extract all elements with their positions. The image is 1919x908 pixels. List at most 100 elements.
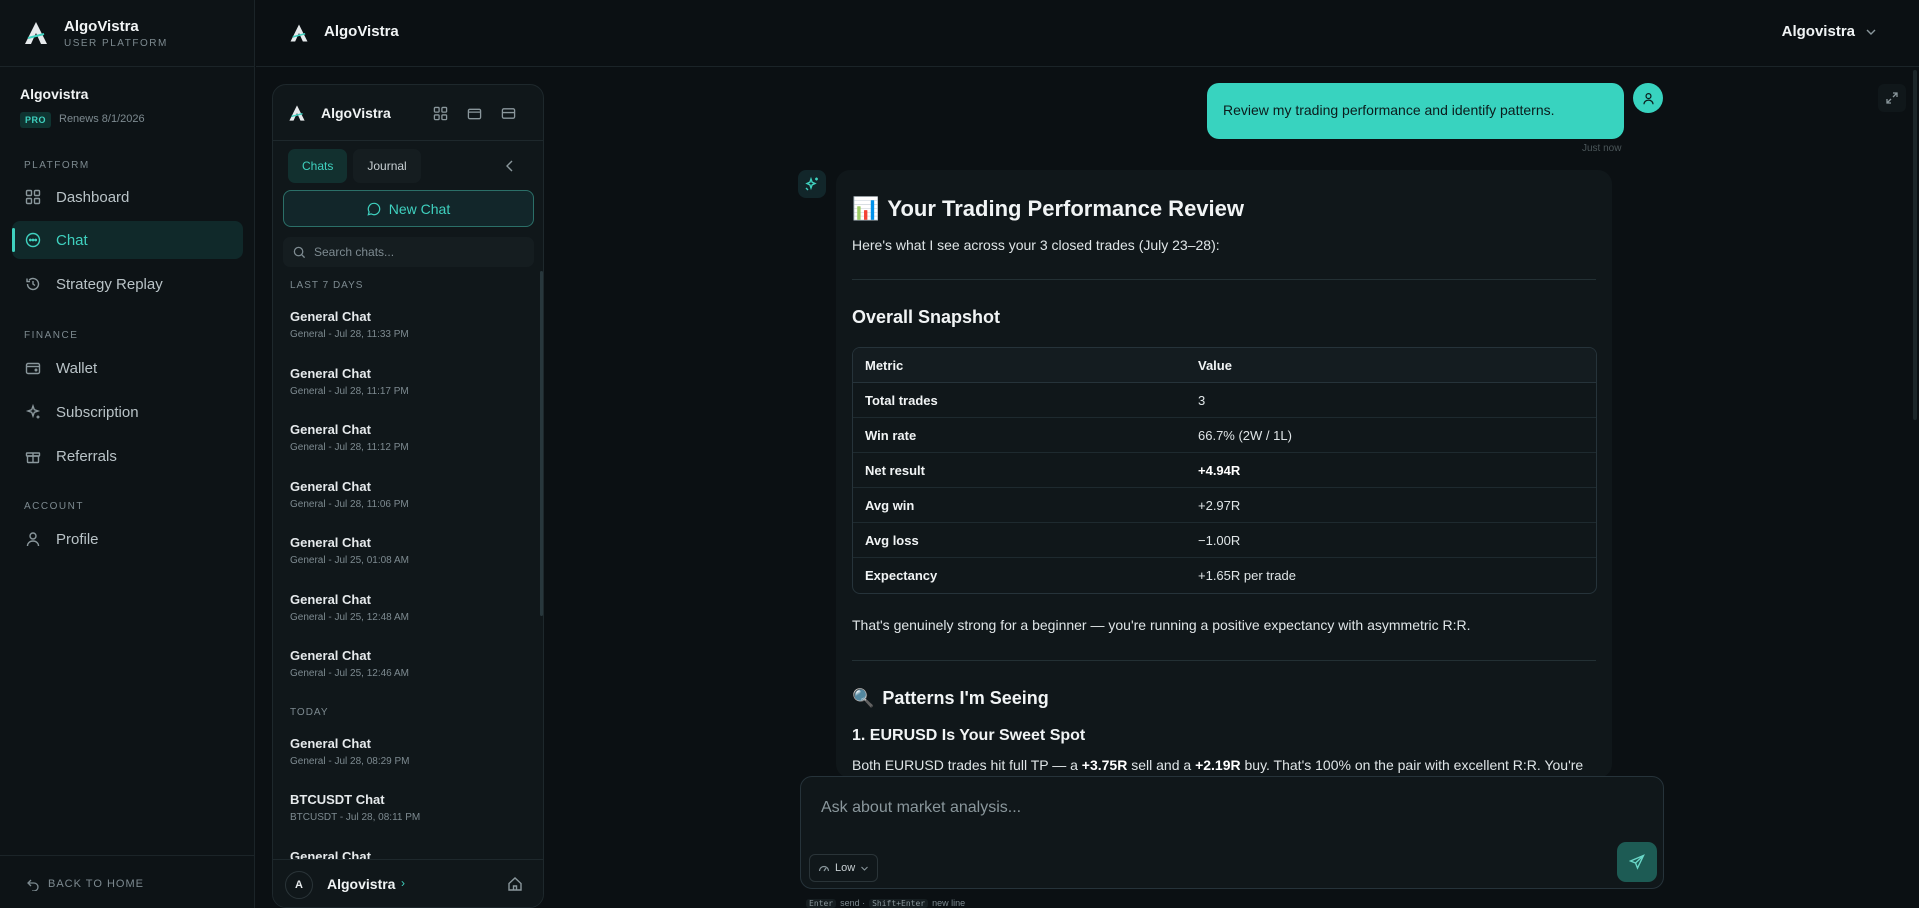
tab-journal[interactable]: Journal (353, 149, 421, 183)
metric-value: 3 (1186, 383, 1596, 418)
grid-icon[interactable] (431, 104, 449, 122)
main-scrollbar[interactable] (1913, 70, 1917, 420)
chat-bubble-icon (367, 202, 381, 216)
tab-chats[interactable]: Chats (288, 149, 348, 183)
nav-item-label: Wallet (56, 359, 98, 377)
chat-item-meta: General - Jul 25, 12:48 AM (290, 612, 409, 623)
chat-item-meta: BTCUSDT - Jul 28, 08:11 PM (290, 812, 421, 823)
chevron-down-icon (861, 866, 869, 871)
nav-item-dashboard[interactable]: Dashboard (12, 178, 243, 216)
topbar-title: AlgoVistra (324, 23, 399, 40)
chevron-right-icon: › (401, 876, 405, 890)
chat-list-scrollbar[interactable] (540, 271, 543, 616)
metric-name: Avg loss (853, 523, 1186, 558)
footer-user-name[interactable]: Algovistra (327, 876, 395, 892)
search-icon (293, 246, 306, 258)
renewal-date: Renews 8/1/2026 (59, 113, 145, 125)
sparkle-icon (24, 403, 42, 421)
nav-item-label: Chat (56, 231, 88, 249)
chat-item-meta: General - Jul 28, 11:06 PM (290, 499, 409, 510)
kbd-shift-enter: Shift+Enter (869, 898, 929, 908)
chat-icon (24, 231, 42, 249)
user-icon (1642, 92, 1654, 104)
chat-list-item[interactable]: General Chat General - Jul 25, 01:08 AM (290, 535, 530, 566)
section-heading-snapshot: Overall Snapshot (852, 307, 1001, 327)
chat-item-title: General Chat (290, 479, 371, 494)
table-row: Expectancy +1.65R per trade (853, 558, 1596, 593)
chat-list-item[interactable]: General Chat General - Jul 28, 08:29 PM (290, 736, 530, 767)
hint-newline: new line (932, 898, 966, 908)
metric-value: +4.94R (1186, 453, 1596, 488)
divider (852, 660, 1596, 661)
chat-list-item[interactable]: General Chat General - Jul 25, 12:46 AM (290, 648, 530, 679)
chevron-left-icon[interactable] (501, 157, 519, 175)
left-sidebar: AlgoVistra USER PLATFORM Algovistra PRO … (0, 0, 255, 908)
table-header: Value (1186, 348, 1596, 383)
divider (852, 279, 1596, 280)
chat-list-item[interactable]: General Chat General - Jul 28, 11:06 PM (290, 479, 530, 510)
back-to-home-link[interactable]: BACK TO HOME (26, 877, 144, 891)
group-label-today: TODAY (290, 707, 329, 718)
chat-item-title: General Chat (290, 535, 371, 550)
new-chat-button[interactable]: New Chat (283, 190, 534, 227)
chat-item-meta: General - Jul 28, 11:33 PM (290, 329, 409, 340)
expand-button[interactable] (1878, 84, 1906, 112)
metric-name: Expectancy (865, 568, 938, 583)
nav-item-referrals[interactable]: Referrals (12, 437, 243, 475)
text-run: Both EURUSD trades hit full TP — a (852, 757, 1082, 773)
send-button[interactable] (1617, 842, 1657, 882)
metric-value: +1.65R per trade (1198, 568, 1296, 583)
chat-item-title: General Chat (290, 648, 371, 663)
nav-item-profile[interactable]: Profile (12, 520, 243, 558)
chat-item-title: General Chat (290, 309, 371, 324)
back-arrow-icon (27, 879, 39, 891)
keyboard-hint: Enter send · Shift+Enter new line (806, 898, 965, 908)
nav-item-wallet[interactable]: Wallet (12, 349, 243, 387)
card-icon[interactable] (499, 104, 517, 122)
chat-list-item[interactable]: General Chat General - Jul 25, 12:48 AM (290, 592, 530, 623)
search-input[interactable] (314, 245, 514, 259)
chat-panel-header: AlgoVistra (273, 85, 543, 141)
user-avatar (1633, 83, 1663, 113)
group-label-last7: LAST 7 DAYS (290, 280, 364, 291)
nav-item-label: Dashboard (56, 188, 130, 206)
wallet-icon[interactable] (465, 104, 483, 122)
section-heading-patterns: 🔍 Patterns I'm Seeing (852, 688, 1049, 709)
section-heading-patterns-text: Patterns I'm Seeing (882, 688, 1049, 708)
chat-list-item[interactable]: General Chat General - Jul 28, 11:17 PM (290, 366, 530, 397)
nav-item-strategy-replay[interactable]: Strategy Replay (12, 265, 243, 303)
gift-icon (24, 447, 42, 465)
app-root: AlgoVistra USER PLATFORM Algovistra PRO … (0, 0, 1919, 908)
sidebar-footer: BACK TO HOME (0, 855, 255, 908)
chat-list-item[interactable]: BTCUSDT Chat BTCUSDT - Jul 28, 08:11 PM (290, 792, 530, 823)
chat-tabs: Chats Journal (288, 149, 421, 183)
table-row: Net result +4.94R (853, 453, 1596, 488)
metric-value: 66.7% (2W / 1L) (1186, 418, 1596, 453)
chat-item-meta: General - Jul 28, 11:12 PM (290, 442, 409, 453)
algovistra-logo-icon (25, 22, 47, 44)
user-message-bubble: Review my trading performance and identi… (1207, 83, 1624, 139)
chat-list-item[interactable]: General Chat General - Jul 28, 11:33 PM (290, 309, 530, 340)
chat-list-panel: AlgoVistra Chats Journal New Chat Search… (272, 84, 544, 908)
chat-item-title: General Chat (290, 366, 371, 381)
algovistra-logo-icon (290, 24, 308, 42)
text-run: sell and a (1127, 757, 1196, 773)
nav-item-subscription[interactable]: Subscription (12, 393, 243, 431)
nav-item-chat[interactable]: Chat (12, 221, 243, 259)
highlight-value: +2.19R (1195, 757, 1241, 773)
plan-badge: PRO (20, 112, 52, 128)
effort-select[interactable]: Low (809, 854, 879, 882)
avatar[interactable]: A (285, 871, 313, 899)
response-title: 📊 Your Trading Performance Review (852, 196, 1244, 222)
magnifier-emoji-icon: 🔍 (852, 688, 875, 708)
account-name: Algovistra (20, 86, 89, 102)
message-input[interactable] (821, 799, 1641, 823)
user-menu[interactable]: Algovistra (1782, 23, 1877, 40)
metric-name: Avg win (853, 488, 1186, 523)
response-intro: Here's what I see across your 3 closed t… (852, 237, 1220, 253)
chat-item-title: General Chat (290, 592, 371, 607)
chat-list-item[interactable]: General Chat General - Jul 28, 11:12 PM (290, 422, 530, 453)
home-icon[interactable] (507, 876, 523, 892)
message-timestamp: Just now (1582, 143, 1622, 154)
chat-panel-footer: A Algovistra › (273, 859, 543, 907)
